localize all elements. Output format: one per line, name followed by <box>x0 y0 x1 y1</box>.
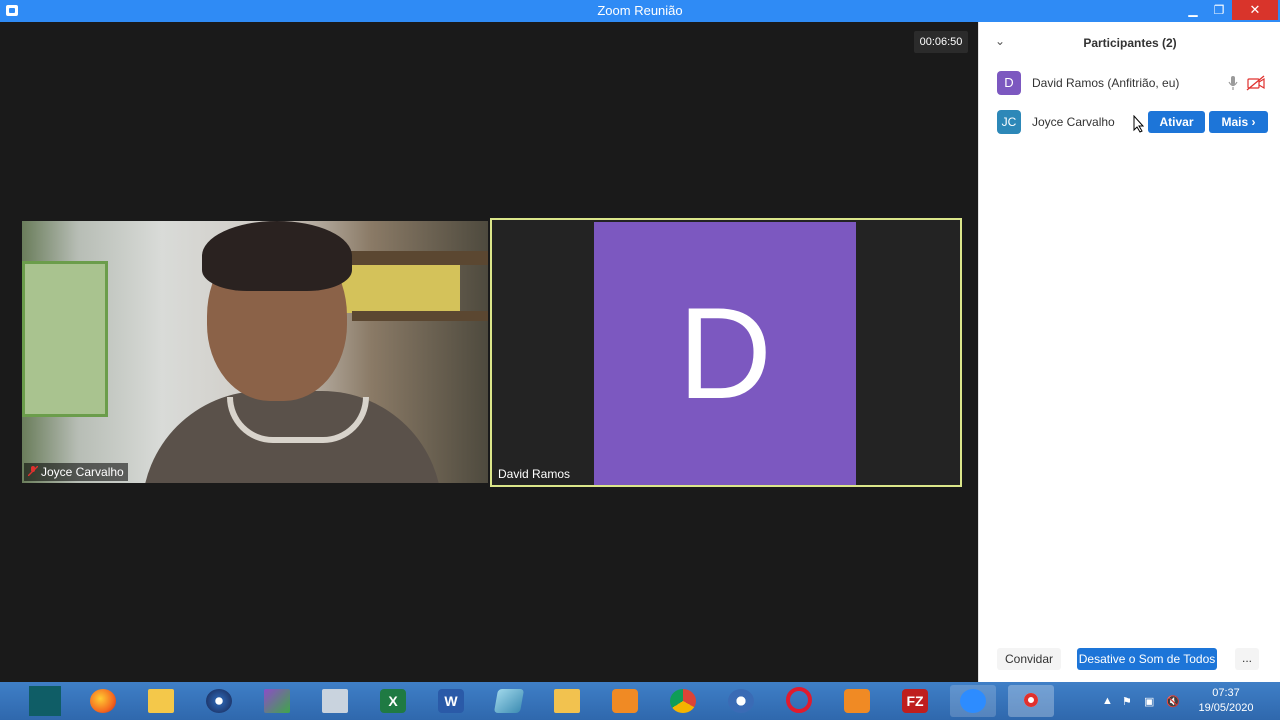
filezilla-icon[interactable]: FZ <box>892 685 938 717</box>
video-nametag: Joyce Carvalho <box>24 463 128 481</box>
meeting-timer: 00:06:50 <box>914 31 968 53</box>
firefox-icon[interactable] <box>80 685 126 717</box>
excel-icon[interactable]: X <box>370 685 416 717</box>
clock[interactable]: 07:37 19/05/2020 <box>1186 686 1266 716</box>
player-icon[interactable] <box>834 685 880 717</box>
participant-hair <box>202 221 352 291</box>
video-off-icon[interactable] <box>1246 75 1266 91</box>
video-nametag-label: David Ramos <box>498 467 571 481</box>
panel-title: Participantes (2) <box>1083 36 1177 50</box>
chrome-icon[interactable] <box>660 685 706 717</box>
participant-row-joyce[interactable]: JC Joyce Carvalho Ativar Mais › <box>979 105 1280 139</box>
participant-name: David Ramos (Anfitrião, eu) <box>1032 76 1180 90</box>
excel-glyph: X <box>380 689 406 713</box>
folder-icon[interactable] <box>544 685 590 717</box>
video-app-icon[interactable] <box>718 685 764 717</box>
participant-row-david[interactable]: D David Ramos (Anfitrião, eu) <box>979 66 1280 100</box>
mute-all-button[interactable]: Desative o Som de Todos <box>1077 648 1217 670</box>
mic-icon[interactable] <box>1228 75 1238 91</box>
clock-date: 19/05/2020 <box>1198 702 1254 714</box>
video-tile-joyce[interactable]: Joyce Carvalho <box>22 221 488 483</box>
participant-name: Joyce Carvalho <box>1032 115 1115 129</box>
notes-icon[interactable] <box>486 685 532 717</box>
background-shelf-lower <box>352 311 488 321</box>
video-nametag: David Ramos <box>494 465 574 483</box>
muted-mic-icon <box>27 465 39 477</box>
orange-app-icon[interactable] <box>602 685 648 717</box>
participants-panel: ⌄ Participantes (2) D David Ramos (Anfit… <box>978 22 1280 682</box>
window-title: Zoom Reunião <box>597 3 683 18</box>
activate-button[interactable]: Ativar <box>1148 111 1205 133</box>
mail-icon[interactable] <box>138 685 184 717</box>
meeting-view: 00:06:50 Joyce Carvalho D David Ramos <box>0 22 978 682</box>
record-icon[interactable] <box>1008 685 1054 717</box>
word-glyph: W <box>438 689 464 713</box>
minimize-button[interactable]: ▁ <box>1180 0 1206 20</box>
background-window <box>22 261 108 417</box>
video-nametag-label: Joyce Carvalho <box>41 465 124 479</box>
title-bar: Zoom Reunião ▁ ❐ ✕ <box>0 0 1280 22</box>
opera-icon[interactable] <box>776 685 822 717</box>
video-tile-david[interactable]: D David Ramos <box>490 218 962 487</box>
background-shelf <box>342 251 488 265</box>
more-options-button[interactable]: ... <box>1235 648 1259 670</box>
more-button-label: Mais <box>1221 115 1249 129</box>
flag-icon[interactable]: ⚑ <box>1122 695 1132 708</box>
maximize-button[interactable]: ❐ <box>1206 0 1232 20</box>
media-player-icon[interactable] <box>196 685 242 717</box>
avatar-large: D <box>594 222 856 485</box>
chevron-right-icon: › <box>1251 115 1256 129</box>
start-icon[interactable] <box>22 685 68 717</box>
filezilla-glyph: FZ <box>902 689 928 713</box>
system-tray: ▲ ⚑ ▣ 🔇 07:37 19/05/2020 <box>1100 682 1280 720</box>
volume-muted-icon[interactable]: 🔇 <box>1166 695 1180 708</box>
close-button[interactable]: ✕ <box>1232 0 1278 20</box>
avatar: JC <box>997 110 1021 134</box>
network-icon[interactable]: ▣ <box>1144 695 1154 708</box>
taskbar: X W FZ ▲ ⚑ ▣ 🔇 07:37 19/05/2020 <box>0 682 1280 720</box>
more-button[interactable]: Mais › <box>1209 111 1268 133</box>
zoom-taskbar-icon[interactable] <box>950 685 996 717</box>
panel-footer: Convidar Desative o Som de Todos ... <box>979 644 1280 674</box>
calculator-icon[interactable] <box>312 685 358 717</box>
invite-button[interactable]: Convidar <box>997 648 1062 670</box>
photos-icon[interactable] <box>254 685 300 717</box>
clock-time: 07:37 <box>1212 687 1240 699</box>
background-boxes <box>340 257 460 313</box>
chevron-up-icon[interactable]: ▲ <box>1102 695 1113 707</box>
word-icon[interactable]: W <box>428 685 474 717</box>
avatar: D <box>997 71 1021 95</box>
